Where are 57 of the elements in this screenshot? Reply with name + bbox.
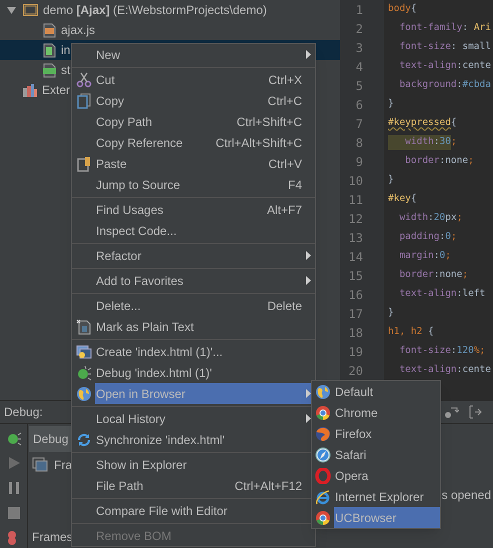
line-number: 13: [348, 230, 364, 246]
tree-item-label: demo [Ajax] (E:\WebstormProjects\demo): [43, 2, 267, 19]
code-line: #key{: [388, 192, 418, 206]
shortcut-label: Delete: [267, 298, 302, 314]
code-line: font-size:120%;: [398, 344, 486, 358]
line-number: 9: [354, 154, 364, 170]
panel-title: Debug:: [4, 404, 43, 421]
line-number: 8: [354, 134, 364, 152]
line-number: 2: [354, 20, 364, 38]
shortcut-label: Ctrl+X: [268, 72, 302, 88]
line-number: 5: [354, 78, 364, 94]
line-number: 11: [348, 192, 364, 208]
code-line: width:20px;: [398, 211, 464, 226]
code-line: text-align:cente: [398, 59, 491, 74]
line-number: 17: [348, 306, 364, 322]
code-line: h1, h2 {: [388, 325, 435, 340]
code-line: text-align:left: [398, 287, 486, 302]
code-line: margin:0;: [398, 249, 452, 264]
shortcut-label: Alt+F7: [266, 202, 302, 218]
code-line: }: [388, 97, 395, 112]
shortcut-label: Ctrl+Alt+F12: [234, 478, 302, 494]
line-number: 4: [354, 58, 364, 76]
code-line: background:#cbda: [398, 78, 491, 92]
tree-item-label: in: [61, 42, 70, 59]
code-line: }: [388, 173, 395, 188]
code-line: width:30;: [388, 133, 491, 152]
line-number: 15: [348, 268, 364, 284]
line-number: 19: [348, 344, 364, 360]
code-line: border:none;: [404, 154, 475, 168]
line-number: 3: [354, 40, 364, 56]
code-line: border:none;: [398, 268, 470, 282]
console-text: s opened: [442, 487, 491, 504]
code-line: padding:0;: [398, 230, 458, 244]
tree-item-label: st: [61, 62, 70, 79]
shortcut-label: Ctrl+V: [268, 156, 302, 172]
code-line: font-family: Ari: [398, 21, 491, 36]
line-number: 7: [354, 116, 364, 132]
shortcut-label: Ctrl+C: [268, 92, 302, 110]
line-number: 12: [348, 210, 364, 228]
code-line: text-align:cente: [398, 363, 491, 378]
code-line: #keypressed{: [388, 116, 458, 130]
shortcut-label: Ctrl+Shift+C: [236, 114, 302, 130]
line-number: 14: [348, 248, 364, 266]
tree-item-label: Exter: [42, 82, 70, 99]
line-number: 18: [348, 324, 364, 342]
line-number: 16: [348, 286, 364, 304]
shortcut-label: F4: [288, 176, 302, 194]
line-number: 1: [354, 2, 364, 18]
frames-label: Frames: [32, 529, 73, 546]
line-number: 10: [348, 172, 364, 190]
line-number: 20: [348, 362, 364, 380]
shortcut-label: Ctrl+Alt+Shift+C: [216, 134, 302, 152]
code-line: font-size: small: [398, 40, 491, 54]
code-line: }: [388, 306, 395, 320]
line-number: 6: [354, 96, 364, 114]
tree-item-label: ajax.js: [61, 22, 96, 39]
code-line: body{: [388, 2, 418, 16]
